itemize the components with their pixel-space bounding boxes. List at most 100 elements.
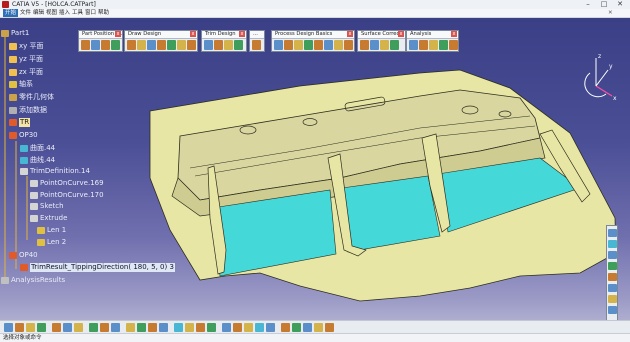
close-icon[interactable]: x xyxy=(115,31,121,37)
tool-icon[interactable] xyxy=(234,40,243,50)
tool-icon[interactable] xyxy=(284,40,293,50)
view-icon[interactable] xyxy=(608,284,617,292)
tool-icon[interactable] xyxy=(207,323,216,332)
tree-item-op40[interactable]: OP40 xyxy=(9,251,38,260)
menu-file[interactable]: 文件 xyxy=(20,9,31,17)
tool-icon[interactable] xyxy=(409,40,418,50)
tool-icon[interactable] xyxy=(126,323,135,332)
tool-icon[interactable] xyxy=(292,323,301,332)
toolbar-small[interactable]: ... xyxy=(249,30,265,52)
view-icon[interactable] xyxy=(608,240,617,248)
toolbar-part-position[interactable]: Part Position / ... x xyxy=(78,30,124,52)
tool-icon[interactable] xyxy=(26,323,35,332)
tool-icon[interactable] xyxy=(187,40,196,50)
tree-item-len1[interactable]: Len 1 xyxy=(37,226,66,235)
tool-icon[interactable] xyxy=(111,40,120,50)
tool-icon[interactable] xyxy=(101,40,110,50)
tree-item-curve44[interactable]: 曲线.44 xyxy=(20,156,55,165)
menu-insert[interactable]: 插入 xyxy=(59,9,70,17)
tool-icon[interactable] xyxy=(185,323,194,332)
tool-icon[interactable] xyxy=(137,40,146,50)
tool-icon[interactable] xyxy=(81,40,90,50)
tool-icon[interactable] xyxy=(204,40,213,50)
tool-icon[interactable] xyxy=(37,323,46,332)
tool-icon[interactable] xyxy=(244,323,253,332)
tool-icon[interactable] xyxy=(266,323,275,332)
tool-icon[interactable] xyxy=(370,40,379,50)
menu-view[interactable]: 视图 xyxy=(46,9,57,17)
tree-item-point170[interactable]: PointOnCurve.170 xyxy=(30,191,104,200)
tool-icon[interactable] xyxy=(167,40,176,50)
menu-tools[interactable]: 工具 xyxy=(72,9,83,17)
tree-item-xy[interactable]: xy 平面 xyxy=(9,42,44,51)
toolbar-analysis[interactable]: Analysis x xyxy=(406,30,459,52)
close-window-button[interactable]: ✕ xyxy=(612,0,628,9)
doc-close-icon[interactable]: ✕ xyxy=(608,9,613,17)
tool-icon[interactable] xyxy=(252,40,261,50)
tree-item-zx[interactable]: zx 平面 xyxy=(9,68,43,77)
tool-icon[interactable] xyxy=(303,323,312,332)
tool-icon[interactable] xyxy=(360,40,369,50)
view-icon[interactable] xyxy=(608,306,617,314)
tool-icon[interactable] xyxy=(281,323,290,332)
tool-icon[interactable] xyxy=(274,40,283,50)
tool-icon[interactable] xyxy=(52,323,61,332)
toolbar-draw-design[interactable]: Draw Design x xyxy=(124,30,198,52)
tree-item-trimresult[interactable]: TrimResult_TippingDirection( 180, 5, 0) … xyxy=(20,263,175,272)
tree-item-tr[interactable]: TR xyxy=(9,118,31,127)
right-toolbar[interactable] xyxy=(606,225,618,321)
tree-root[interactable]: Part1 xyxy=(1,29,29,38)
tool-icon[interactable] xyxy=(419,40,428,50)
tool-icon[interactable] xyxy=(429,40,438,50)
tool-icon[interactable] xyxy=(89,323,98,332)
tool-icon[interactable] xyxy=(304,40,313,50)
tool-icon[interactable] xyxy=(63,323,72,332)
close-icon[interactable]: x xyxy=(398,31,404,37)
tool-icon[interactable] xyxy=(147,40,156,50)
tool-icon[interactable] xyxy=(177,40,186,50)
tool-icon[interactable] xyxy=(334,40,343,50)
tool-icon[interactable] xyxy=(439,40,448,50)
tool-icon[interactable] xyxy=(214,40,223,50)
tree-item-sketch[interactable]: Sketch xyxy=(30,202,64,211)
tool-icon[interactable] xyxy=(325,323,334,332)
tool-icon[interactable] xyxy=(100,323,109,332)
tool-icon[interactable] xyxy=(294,40,303,50)
tree-item-yz[interactable]: yz 平面 xyxy=(9,55,43,64)
view-icon[interactable] xyxy=(608,273,617,281)
tool-icon[interactable] xyxy=(15,323,24,332)
tool-icon[interactable] xyxy=(91,40,100,50)
tool-icon[interactable] xyxy=(222,323,231,332)
tool-icon[interactable] xyxy=(148,323,157,332)
close-icon[interactable]: x xyxy=(451,31,457,37)
tool-icon[interactable] xyxy=(344,40,353,50)
tool-icon[interactable] xyxy=(314,323,323,332)
tool-icon[interactable] xyxy=(157,40,166,50)
tool-icon[interactable] xyxy=(390,40,399,50)
tool-icon[interactable] xyxy=(255,323,264,332)
tree-item-len2[interactable]: Len 2 xyxy=(37,238,66,247)
close-icon[interactable]: x xyxy=(347,31,353,37)
tool-icon[interactable] xyxy=(174,323,183,332)
tool-icon[interactable] xyxy=(380,40,389,50)
menu-edit[interactable]: 编辑 xyxy=(33,9,44,17)
tree-item-trimdef[interactable]: TrimDefinition.14 xyxy=(20,167,90,176)
tool-icon[interactable] xyxy=(111,323,120,332)
tree-item-analysis[interactable]: AnalysisResults xyxy=(1,276,65,285)
tree-item-extrude[interactable]: Extrude xyxy=(30,214,67,223)
toolbar-process-design[interactable]: Process Design Basics x xyxy=(271,30,355,52)
view-icon[interactable] xyxy=(608,229,617,237)
tool-icon[interactable] xyxy=(324,40,333,50)
close-icon[interactable]: x xyxy=(239,31,245,37)
tree-item-op30[interactable]: OP30 xyxy=(9,131,38,140)
tool-icon[interactable] xyxy=(224,40,233,50)
menu-start[interactable]: 开始 xyxy=(3,9,19,17)
tool-icon[interactable] xyxy=(314,40,323,50)
close-icon[interactable]: x xyxy=(190,31,196,37)
view-icon[interactable] xyxy=(608,262,617,270)
maximize-button[interactable]: □ xyxy=(596,0,612,9)
minimize-button[interactable]: – xyxy=(580,0,596,9)
part-geometry[interactable]: z x y xyxy=(0,18,630,330)
view-icon[interactable] xyxy=(608,295,617,303)
3d-viewport[interactable]: z x y Part1 xy 平面 yz 平面 zx 平面 轴系 零件几何体 添… xyxy=(0,18,630,330)
